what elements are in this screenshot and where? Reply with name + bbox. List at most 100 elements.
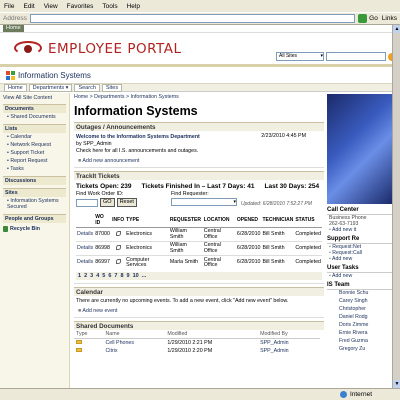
call-center-add-link[interactable]: Add new it [327, 227, 392, 233]
nav-item-is-secured[interactable]: Information Systems Secured [3, 197, 66, 211]
site-title[interactable]: Information Systems [18, 71, 91, 80]
breadcrumb[interactable]: Home > Departments > Information Systems [74, 94, 324, 100]
nav-tab-home[interactable]: Home [4, 83, 27, 92]
nav-section-sites[interactable]: Sites [3, 188, 66, 197]
doc-modified-by[interactable]: SPP_Admin [258, 347, 320, 355]
nav-item-shared-documents[interactable]: Shared Documents [3, 113, 66, 121]
page-link-more[interactable]: ... [142, 273, 147, 279]
nav-tab-search[interactable]: Search [74, 83, 100, 92]
info-icon [115, 244, 121, 250]
shared-docs-title[interactable]: Shared Documents [76, 323, 133, 330]
col-location[interactable]: LOCATION [202, 213, 236, 228]
page-link[interactable]: 5 [102, 273, 105, 279]
team-member[interactable]: Ernie Rivera [327, 330, 392, 338]
address-input[interactable] [29, 14, 356, 23]
page-link[interactable]: 7 [114, 273, 117, 279]
col-status[interactable]: STATUS [294, 213, 322, 228]
col-technician[interactable]: TECHNICIAN [261, 213, 295, 228]
call-center-title[interactable]: Call Center [327, 207, 392, 215]
nav-item-report-request[interactable]: Report Request [3, 157, 66, 165]
page-link[interactable]: 10 [133, 273, 139, 279]
calendar-title[interactable]: Calendar [76, 289, 103, 296]
page-link[interactable]: 2 [84, 273, 87, 279]
nav-item-calendar[interactable]: Calendar [3, 133, 66, 141]
col-doc-type[interactable]: Type [74, 329, 104, 339]
work-order-input[interactable] [76, 198, 98, 207]
col-doc-name[interactable]: Name [103, 329, 166, 339]
col-doc-modified[interactable]: Modified [165, 329, 259, 339]
is-team-title[interactable]: IS Team [327, 282, 392, 290]
nav-item-network-request[interactable]: Network Request [3, 141, 66, 149]
team-member[interactable]: Doris Zimme [327, 322, 392, 330]
team-member[interactable]: Fred Guzma [327, 338, 392, 346]
outages-title[interactable]: Outages / Announcements [76, 124, 156, 131]
nav-item-support-ticket[interactable]: Support Ticket [3, 149, 66, 157]
doc-name[interactable]: Citrix [103, 347, 165, 355]
menu-help[interactable]: Help [127, 3, 140, 10]
col-opened[interactable]: OPENED [235, 213, 262, 228]
vertical-scrollbar[interactable]: ▲ ▼ [392, 25, 400, 388]
details-link[interactable]: Details [76, 226, 95, 242]
find-order-label: Find Work Order ID: [76, 191, 124, 197]
nav-section-discussions[interactable]: Discussions [3, 176, 66, 185]
doc-name[interactable]: Cell Phones [103, 338, 165, 347]
add-event-link[interactable]: Add new event [74, 308, 324, 314]
page-link[interactable]: 6 [108, 273, 111, 279]
shared-docs-table: Type Name Modified Modified By Cell Phon… [74, 329, 320, 355]
search-scope-select[interactable]: All Sites ▾ [276, 52, 324, 61]
doc-modified-by[interactable]: SPP_Admin [258, 338, 320, 347]
support-add-link[interactable]: Add new [327, 256, 392, 262]
col-info[interactable]: INFO [111, 213, 126, 228]
go-button[interactable]: GO [100, 198, 115, 207]
scroll-down-icon[interactable]: ▼ [393, 380, 400, 388]
menu-view[interactable]: View [44, 3, 58, 10]
team-member[interactable]: Gregory Zu [327, 346, 392, 354]
team-member[interactable]: Carey Singh [327, 298, 392, 306]
nav-section-people-groups[interactable]: People and Groups [3, 214, 66, 223]
page-link[interactable]: 9 [127, 273, 130, 279]
menu-tools[interactable]: Tools [102, 3, 117, 10]
menu-edit[interactable]: Edit [23, 3, 34, 10]
col-doc-modified-by[interactable]: Modified By [258, 329, 320, 339]
page-link[interactable]: 1 [78, 273, 81, 279]
search-input[interactable] [326, 52, 386, 61]
go-label[interactable]: Go [369, 15, 378, 22]
info-cell[interactable] [111, 255, 126, 270]
go-arrow-icon[interactable] [358, 14, 368, 23]
nav-tab-sites[interactable]: Sites [101, 83, 123, 92]
nav-section-lists[interactable]: Lists [3, 124, 66, 133]
scroll-up-icon[interactable]: ▲ [393, 25, 400, 33]
col-wo-id[interactable]: WO ID [94, 213, 112, 228]
portal-logo-icon [14, 37, 44, 61]
support-requests-title[interactable]: Support Re [327, 236, 392, 244]
page-link[interactable]: 8 [120, 273, 123, 279]
info-cell[interactable] [111, 241, 126, 256]
nav-section-documents[interactable]: Documents [3, 104, 66, 113]
menu-favorites[interactable]: Favorites [67, 3, 94, 10]
view-all-site-content-link[interactable]: View All Site Content [3, 95, 66, 101]
col-requester[interactable]: REQUESTER [168, 213, 203, 228]
page-link[interactable]: 3 [90, 273, 93, 279]
team-member[interactable]: Daniel Rodg [327, 314, 392, 322]
nav-tab-departments[interactable]: Departments ▾ [28, 83, 73, 92]
info-cell[interactable] [111, 226, 126, 242]
requester-select[interactable]: ▾ [171, 198, 237, 206]
menu-file[interactable]: File [4, 3, 14, 10]
user-tasks-add-link[interactable]: Add new [327, 273, 392, 279]
team-member[interactable]: Bonnie Schu [327, 290, 392, 298]
nav-item-tasks[interactable]: Tasks [3, 165, 66, 173]
trackit-title[interactable]: TrackIt Tickets [76, 173, 120, 180]
details-link[interactable]: Details [76, 241, 95, 256]
details-link[interactable]: Details [76, 255, 95, 270]
links-label[interactable]: Links [382, 15, 397, 22]
add-announcement-link[interactable]: Add new announcement [74, 158, 324, 164]
user-tasks-title[interactable]: User Tasks [327, 265, 392, 273]
team-member[interactable]: Christopher [327, 306, 392, 314]
calendar-webpart-title: Calendar [74, 286, 324, 296]
col-type[interactable]: TYPE [125, 213, 169, 228]
home-tab[interactable]: Home [3, 25, 24, 32]
page-link[interactable]: 4 [96, 273, 99, 279]
announcement-title[interactable]: Welcome to the Information Systems Depar… [76, 134, 200, 140]
reset-button[interactable]: Reset [116, 198, 137, 207]
recycle-bin-link[interactable]: Recycle Bin [3, 226, 66, 232]
